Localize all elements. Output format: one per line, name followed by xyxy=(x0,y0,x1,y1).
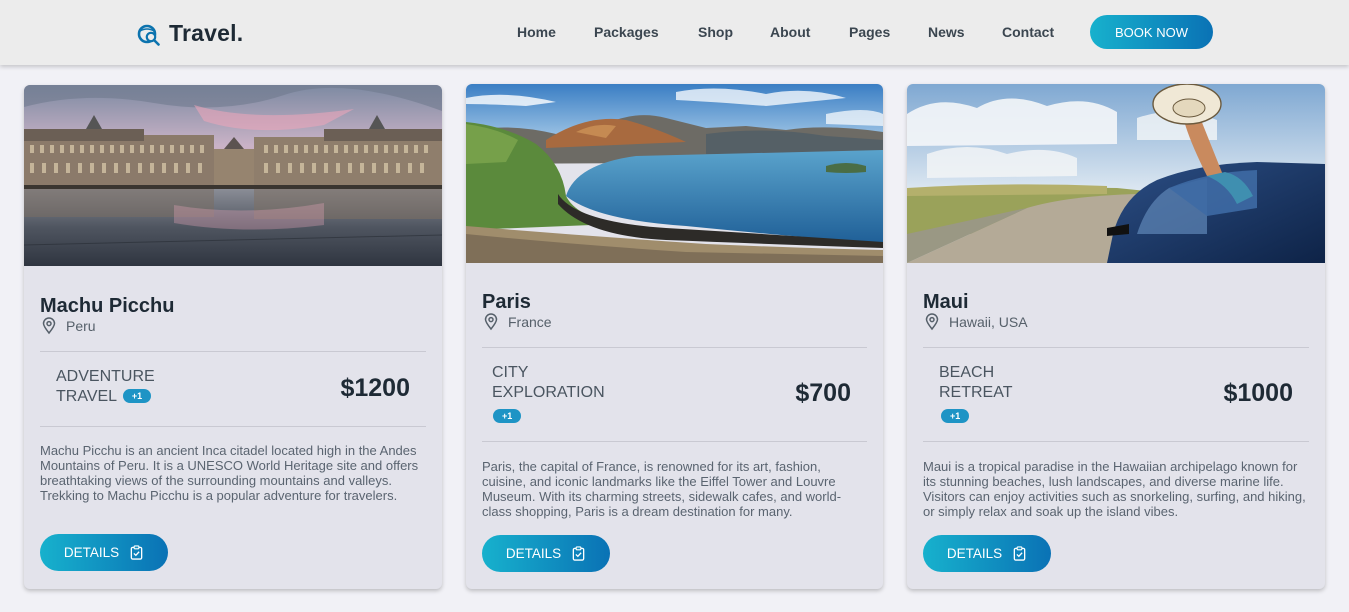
extra-count-badge: +1 xyxy=(941,409,970,423)
destination-card-maui: Maui Hawaii, USA BEACH RETREAT +1 $1000 … xyxy=(907,84,1325,589)
card-divider xyxy=(482,347,867,348)
destination-image xyxy=(907,84,1325,263)
nav-item-news[interactable]: News xyxy=(928,24,965,40)
card-location: Hawaii, USA xyxy=(923,313,1028,331)
map-pin-icon xyxy=(42,317,56,335)
clipboard-check-icon xyxy=(1013,546,1026,561)
brand-logo[interactable]: Travel. xyxy=(137,20,243,47)
price: $1200 xyxy=(340,374,410,402)
nav-item-home[interactable]: Home xyxy=(517,24,556,40)
nav-item-packages[interactable]: Packages xyxy=(594,24,659,40)
card-title: Machu Picchu xyxy=(40,295,175,317)
location-label: Hawaii, USA xyxy=(949,314,1028,330)
nav-item-pages[interactable]: Pages xyxy=(849,24,890,40)
card-title: Maui xyxy=(923,291,969,313)
nav-item-contact[interactable]: Contact xyxy=(1002,24,1054,40)
price: $1000 xyxy=(1223,379,1293,407)
package-type-line-2: EXPLORATION xyxy=(492,384,605,401)
destination-image xyxy=(466,84,883,263)
destination-card-paris: Paris France CITY EXPLORATION +1 $700 Pa… xyxy=(466,84,883,589)
details-button[interactable]: DETAILS xyxy=(923,535,1051,572)
details-button[interactable]: DETAILS xyxy=(482,535,610,572)
card-location: Peru xyxy=(40,317,96,335)
package-type-line-2: TRAVEL +1 xyxy=(56,387,155,407)
nav-item-shop[interactable]: Shop xyxy=(698,24,733,40)
package-type-word: TRAVEL xyxy=(56,388,117,405)
package-type-line-1: CITY xyxy=(492,364,529,381)
price: $700 xyxy=(795,379,851,407)
destination-image xyxy=(24,85,442,266)
brand-name: Travel. xyxy=(169,20,244,46)
details-label: DETAILS xyxy=(505,546,562,561)
card-divider xyxy=(923,347,1309,348)
details-label: DETAILS xyxy=(946,546,1003,561)
clipboard-check-icon xyxy=(572,546,585,561)
package-type: CITY EXPLORATION xyxy=(492,363,605,403)
card-description: Paris, the capital of France, is renowne… xyxy=(482,459,842,519)
nav-item-about[interactable]: About xyxy=(770,24,810,40)
card-location: France xyxy=(482,313,552,331)
card-divider xyxy=(923,441,1309,442)
card-description: Maui is a tropical paradise in the Hawai… xyxy=(923,459,1306,519)
card-divider xyxy=(40,351,426,352)
clipboard-check-icon xyxy=(130,545,143,560)
location-label: France xyxy=(508,314,552,330)
map-pin-icon xyxy=(925,313,939,331)
package-type: BEACH RETREAT xyxy=(939,363,1012,403)
details-button[interactable]: DETAILS xyxy=(40,534,168,571)
package-type-line-2: RETREAT xyxy=(939,384,1013,401)
details-label: DETAILS xyxy=(63,545,120,560)
map-pin-icon xyxy=(484,313,498,331)
location-label: Peru xyxy=(66,318,96,334)
extra-count-badge: +1 xyxy=(493,409,522,423)
extra-count-badge: +1 xyxy=(122,388,152,403)
package-type-line-1: BEACH xyxy=(939,364,995,381)
globe-search-icon xyxy=(137,24,160,46)
package-type: ADVENTURE TRAVEL +1 xyxy=(56,367,155,407)
card-divider xyxy=(40,426,426,427)
destination-card-machu-picchu: Machu Picchu Peru ADVENTURE TRAVEL +1 $1… xyxy=(24,85,442,589)
card-divider xyxy=(482,441,867,442)
card-description: Machu Picchu is an ancient Inca citadel … xyxy=(40,443,419,503)
card-title: Paris xyxy=(482,291,531,313)
package-type-line-1: ADVENTURE xyxy=(56,368,155,385)
book-now-button[interactable]: BOOK NOW xyxy=(1090,15,1213,49)
navbar: Travel. Home Packages Shop About Pages N… xyxy=(0,0,1349,65)
